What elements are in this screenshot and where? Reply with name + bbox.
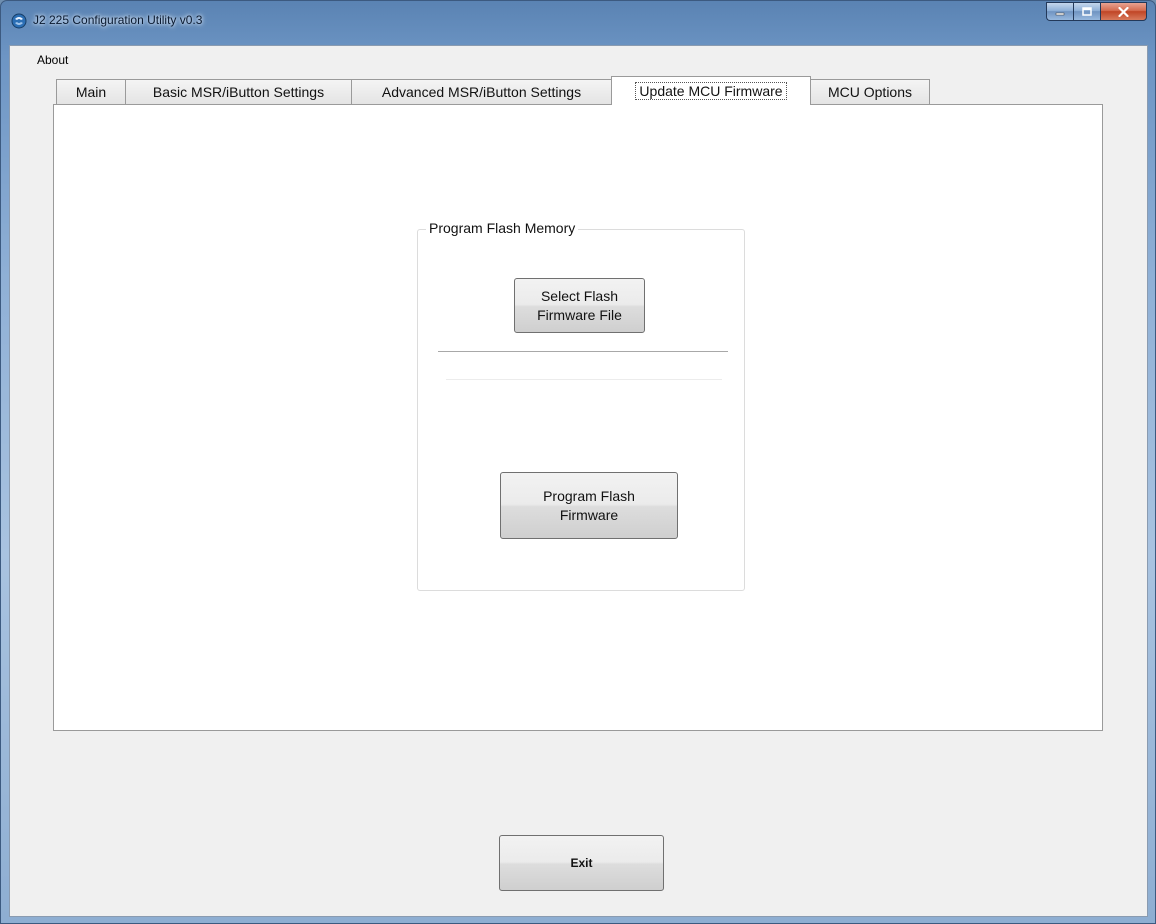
tab-basic-msr[interactable]: Basic MSR/iButton Settings — [125, 79, 352, 104]
program-flash-line-2: Firmware — [559, 506, 619, 523]
group-title: Program Flash Memory — [426, 220, 579, 236]
minimize-button[interactable] — [1046, 2, 1073, 21]
minimize-icon — [1055, 12, 1065, 15]
app-icon — [11, 13, 27, 29]
tab-update-firmware[interactable]: Update MCU Firmware — [611, 76, 811, 105]
select-flash-firmware-label: Select Flash Firmware File — [537, 287, 622, 325]
program-flash-firmware-button[interactable]: Program Flash Firmware — [500, 472, 678, 539]
tab-page-update-firmware: Program Flash Memory Select Flash Firmwa… — [53, 104, 1103, 731]
app-window: J2 225 Configuration Utility v0.3 About … — [0, 0, 1156, 924]
select-flash-line-1: Select Flash — [540, 287, 619, 304]
separator-light — [446, 379, 722, 380]
close-button[interactable] — [1100, 2, 1147, 21]
tab-mcu-options-label: MCU Options — [827, 84, 913, 100]
select-flash-firmware-button[interactable]: Select Flash Firmware File — [514, 278, 645, 333]
close-icon — [1118, 6, 1129, 17]
menu-bar: About — [10, 46, 1147, 68]
tab-main-label: Main — [75, 84, 107, 100]
program-flash-groupbox: Program Flash Memory Select Flash Firmwa… — [417, 220, 745, 591]
window-title: J2 225 Configuration Utility v0.3 — [33, 13, 203, 27]
tab-main[interactable]: Main — [56, 79, 126, 104]
tab-basic-msr-label: Basic MSR/iButton Settings — [152, 84, 325, 100]
program-flash-firmware-label: Program Flash Firmware — [543, 487, 635, 525]
tab-update-firmware-label: Update MCU Firmware — [635, 82, 787, 100]
exit-button[interactable]: Exit — [499, 835, 664, 891]
exit-button-label: Exit — [570, 855, 593, 870]
caption-buttons — [1046, 2, 1147, 22]
tab-mcu-options[interactable]: MCU Options — [810, 79, 930, 104]
title-bar[interactable]: J2 225 Configuration Utility v0.3 — [1, 1, 1155, 41]
select-flash-line-2: Firmware File — [537, 306, 622, 323]
maximize-icon — [1082, 7, 1092, 16]
maximize-button[interactable] — [1073, 2, 1100, 21]
program-flash-line-1: Program Flash — [543, 487, 635, 504]
separator — [438, 351, 728, 352]
tab-advanced-msr-label: Advanced MSR/iButton Settings — [381, 84, 582, 100]
menu-about[interactable]: About — [37, 53, 68, 67]
tab-advanced-msr[interactable]: Advanced MSR/iButton Settings — [351, 79, 612, 104]
client-area: About Main Basic MSR/iButton Settings Ad… — [9, 45, 1148, 917]
